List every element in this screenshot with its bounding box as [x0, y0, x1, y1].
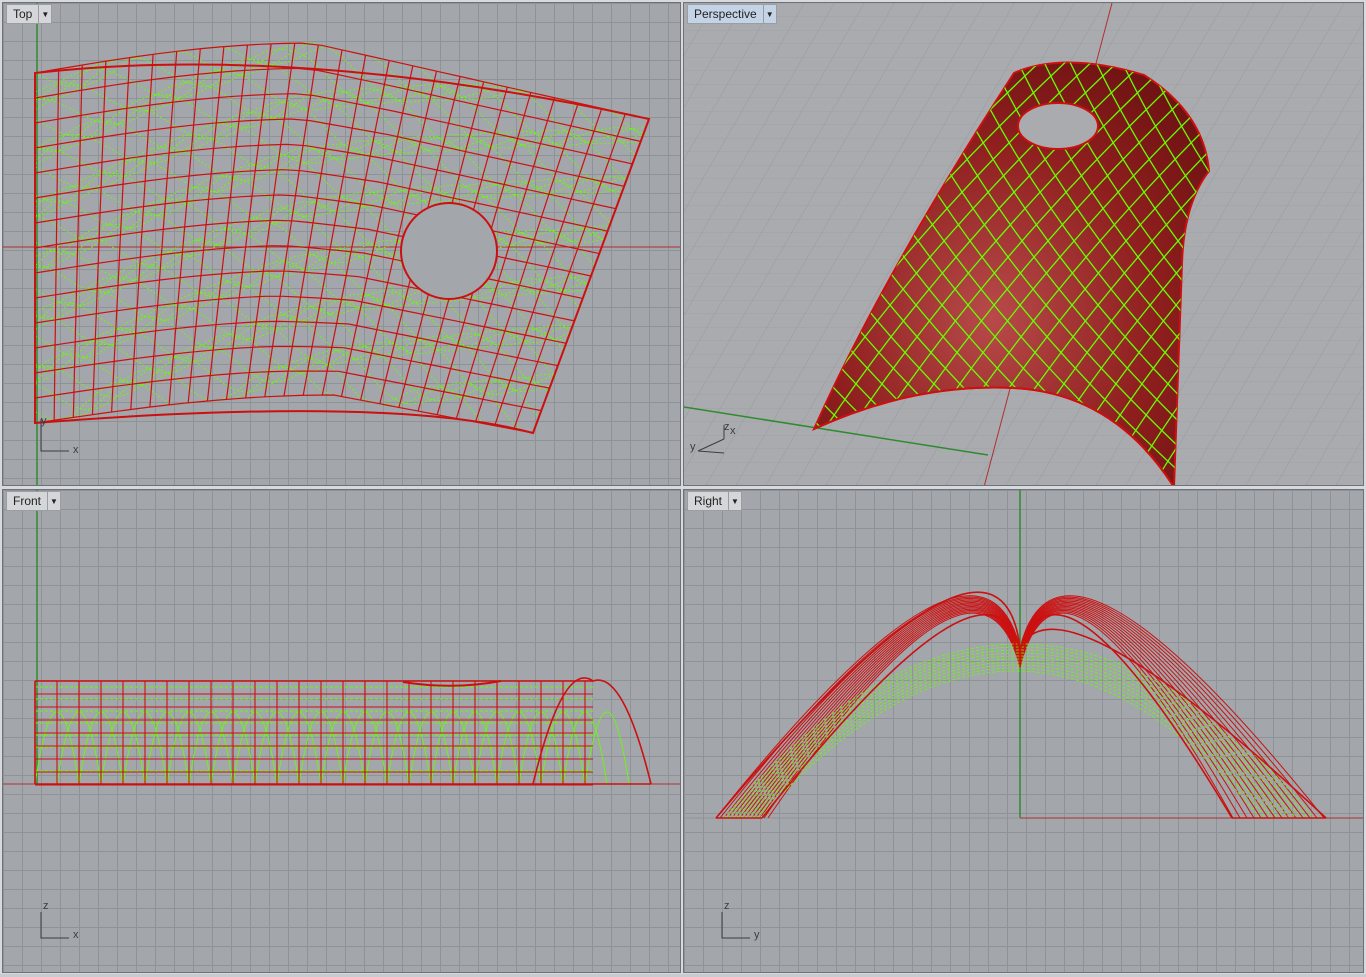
axis-label: y: [690, 441, 696, 453]
axis-label: x: [73, 929, 79, 941]
front-view-geometry: [3, 490, 680, 786]
chevron-down-icon[interactable]: ▼: [47, 492, 60, 510]
viewport-right[interactable]: Right ▼ z y: [683, 489, 1364, 973]
chevron-down-icon[interactable]: ▼: [762, 5, 776, 23]
arch-curve: [751, 607, 1262, 819]
axis-triad: z y: [720, 900, 760, 945]
viewport-perspective[interactable]: Perspective ▼ z y x: [683, 2, 1364, 486]
viewport-top[interactable]: Top ▼ y x: [2, 2, 681, 486]
arch-curve: [747, 606, 1269, 819]
tab-front[interactable]: Front ▼: [6, 491, 62, 511]
viewport-title: Right: [694, 494, 723, 508]
axis-label: z: [724, 421, 730, 433]
isocurve: [34, 366, 534, 434]
viewport-title: Front: [13, 494, 42, 508]
axis-triad: z x: [39, 900, 79, 945]
isocurve: [739, 655, 1291, 819]
tab-top[interactable]: Top ▼: [6, 4, 53, 24]
tab-right[interactable]: Right ▼: [687, 491, 743, 511]
viewport-front[interactable]: Front ▼ z x: [2, 489, 681, 973]
tab-perspective[interactable]: Perspective ▼: [687, 4, 777, 24]
chevron-down-icon[interactable]: ▼: [38, 5, 51, 23]
viewport-title: Top: [13, 7, 33, 21]
axis-label: y: [754, 929, 760, 941]
axis-triad: z y x: [690, 421, 740, 462]
top-view-geometry: [3, 3, 680, 485]
chevron-down-icon[interactable]: ▼: [728, 492, 741, 510]
axis-label: x: [73, 444, 79, 456]
axis-triad: y x: [39, 415, 79, 458]
axis-label: x: [730, 425, 736, 437]
isocurve: [735, 652, 1297, 819]
right-view-geometry: [684, 490, 1363, 819]
isocurve: [34, 349, 540, 418]
perspective-view-geometry: [684, 3, 1363, 485]
arch-curve: [719, 596, 1318, 819]
axis-label: y: [41, 415, 47, 427]
isocurve: [727, 646, 1309, 819]
viewport-title: Perspective: [694, 7, 757, 21]
axis-label: z: [43, 900, 49, 912]
axis-label: z: [724, 900, 730, 912]
